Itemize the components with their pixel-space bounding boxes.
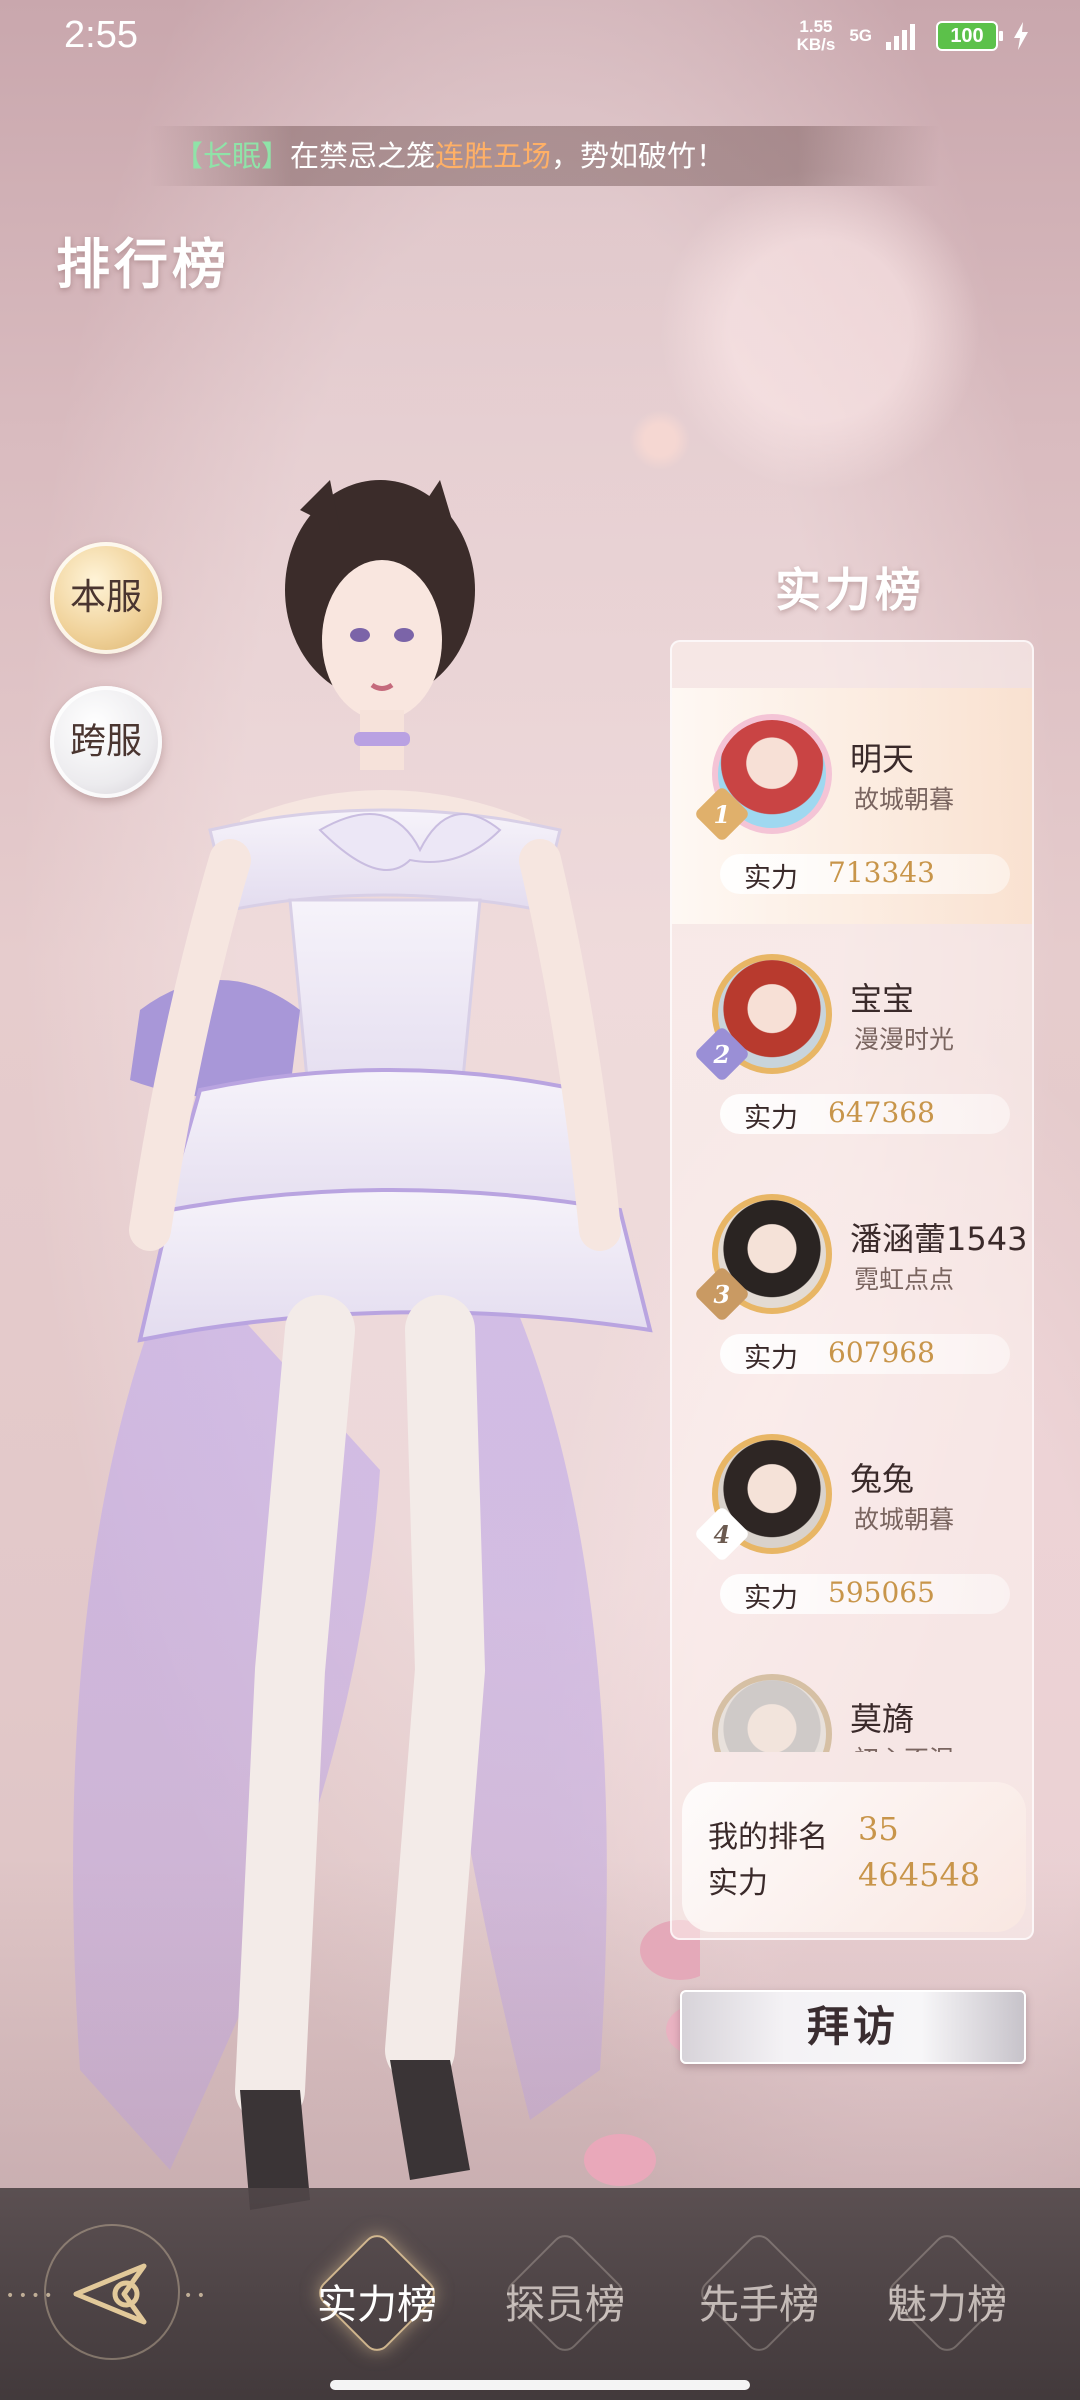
tab-label: 实力榜 (317, 2282, 437, 2328)
player-name: 宝宝 (850, 980, 915, 1018)
tab-power-ranking[interactable]: 实力榜 (302, 2228, 452, 2358)
nav-decoration: • • (184, 2288, 205, 2304)
tab-agent-ranking[interactable]: 探员榜 (490, 2228, 640, 2358)
player-guild: 故城朝暮 (854, 1505, 955, 1534)
board-title: 实力榜 (775, 563, 925, 617)
power-value: 713343 (828, 856, 935, 889)
bottom-nav: • • • • • • 实力榜 探员榜 先手榜 魅力榜 (0, 2188, 1080, 2400)
network-speed-value: 1.55 (799, 17, 833, 36)
player-guild: 漫漫时光 (854, 1025, 955, 1054)
player-name: 兔兔 (850, 1460, 915, 1498)
status-time: 2:55 (64, 14, 138, 56)
player-guild: 初心不泯 (854, 1740, 954, 1752)
player-name: 莫旖 (850, 1700, 915, 1738)
character-illustration (73, 480, 700, 2210)
back-arrow-icon (73, 2263, 147, 2325)
my-rank-label: 我的排名 (708, 1820, 828, 1855)
avatar-frame (708, 1670, 836, 1752)
player-guild: 故城朝暮 (854, 785, 955, 814)
power-value: 595065 (828, 1576, 935, 1609)
network-speed: 1.55 KB/s (797, 18, 836, 54)
power-label: 实力 (744, 1583, 798, 1614)
avatar-frame: 3 (693, 1190, 836, 1323)
avatar-frame: 2 (693, 950, 836, 1083)
power-value: 607968 (828, 1336, 935, 1369)
tab-label: 探员榜 (505, 2282, 625, 2328)
tab-label: 先手榜 (699, 2282, 819, 2328)
player-name: 潘涵蕾1543 (850, 1220, 1028, 1258)
ranking-panel: 1 明天 故城朝暮 实力 713343 2 宝宝 漫漫时光 实力 647368 … (670, 640, 1034, 1940)
announcement-text-before: 在禁忌之笼 (290, 139, 436, 173)
tab-charm-ranking[interactable]: 魅力榜 (872, 2228, 1022, 2358)
tab-first-move-ranking[interactable]: 先手榜 (684, 2228, 834, 2358)
my-power-value: 464548 (858, 1856, 981, 1894)
player-name: 明天 (850, 740, 915, 778)
home-indicator[interactable] (330, 2380, 750, 2390)
ranking-row-5[interactable]: 莫旖 初心不泯 (672, 1648, 1032, 1752)
network-speed-unit: KB/s (796, 35, 836, 54)
status-bar: 2:55 1.55 KB/s 5G 100 (0, 0, 1080, 76)
visit-button[interactable]: 拜访 (680, 1990, 1026, 2064)
power-value: 647368 (828, 1096, 935, 1129)
ranking-row-4[interactable]: 4 兔兔 故城朝暮 实力 595065 (672, 1408, 1032, 1644)
my-rank-value: 35 (858, 1810, 899, 1848)
battery-icon: 100 (936, 21, 1003, 51)
back-button[interactable] (44, 2224, 180, 2360)
ranking-row-1[interactable]: 1 明天 故城朝暮 实力 713343 (672, 688, 1032, 924)
announcement-text-after: ，势如破竹！ (551, 139, 726, 173)
power-label: 实力 (744, 1343, 798, 1374)
announcement-banner: 【长眠】在禁忌之笼连胜五场，势如破竹！ (150, 126, 940, 186)
avatar-frame: 1 (693, 710, 836, 843)
ranking-row-2[interactable]: 2 宝宝 漫漫时光 实力 647368 (672, 928, 1032, 1164)
tab-label: 魅力榜 (887, 2282, 1007, 2328)
avatar-frame: 4 (693, 1430, 836, 1563)
page-title: 排行榜 (56, 233, 230, 296)
my-rank-card: 我的排名 35 实力 464548 (682, 1782, 1026, 1932)
power-label: 实力 (744, 1103, 798, 1134)
status-icons: 1.55 KB/s 5G 100 (797, 18, 1030, 54)
network-type: 5G (849, 26, 872, 45)
signal-icon (886, 24, 915, 50)
avatar (712, 1674, 832, 1752)
charging-icon (1014, 22, 1028, 50)
player-guild: 霓虹点点 (854, 1265, 955, 1294)
announcement-highlight: 连胜五场 (435, 139, 552, 173)
announcement-tag: 【长眠】 (174, 139, 291, 173)
my-power-label: 实力 (708, 1866, 768, 1901)
ranking-row-3[interactable]: 3 潘涵蕾1543 霓虹点点 实力 607968 (672, 1168, 1032, 1404)
power-label: 实力 (744, 863, 798, 894)
ranking-list[interactable]: 1 明天 故城朝暮 实力 713343 2 宝宝 漫漫时光 实力 647368 … (672, 642, 1032, 1752)
